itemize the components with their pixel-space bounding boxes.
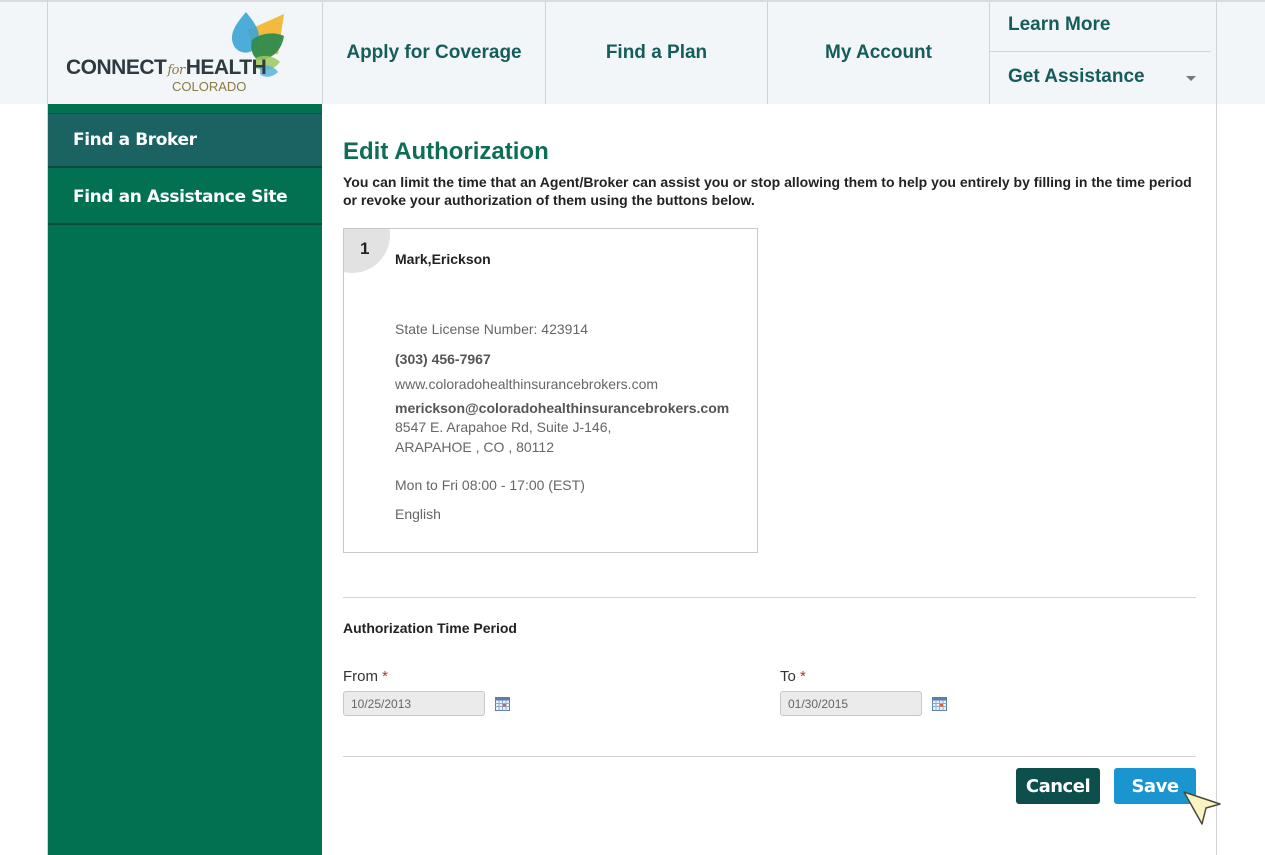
nav-find-a-plan[interactable]: Find a Plan xyxy=(545,2,767,104)
nav-divider xyxy=(990,51,1211,52)
broker-website[interactable]: www.coloradohealthinsurancebrokers.com xyxy=(395,376,658,392)
page-title: Edit Authorization xyxy=(343,138,549,165)
frame-border-right xyxy=(1216,0,1217,855)
time-period-title: Authorization Time Period xyxy=(343,620,517,636)
calendar-icon[interactable] xyxy=(932,697,947,711)
required-marker: * xyxy=(800,668,806,685)
broker-hours: Mon to Fri 08:00 - 17:00 (EST) xyxy=(395,477,585,493)
connect-for-health-logo[interactable]: CONNECTforHEALTH COLORADO xyxy=(48,2,322,104)
chevron-down-icon[interactable] xyxy=(1186,76,1196,81)
sidebar-item-find-an-assistance-site[interactable]: Find an Assistance Site xyxy=(48,170,322,225)
broker-address-line2: ARAPAHOE , CO , 80112 xyxy=(395,439,554,455)
cancel-button[interactable]: Cancel xyxy=(1016,768,1100,804)
nav-split-menu: Learn More Get Assistance xyxy=(989,2,1216,104)
from-label: From * xyxy=(343,668,389,685)
to-label: To * xyxy=(780,668,806,685)
sidebar-item-find-a-broker[interactable]: Find a Broker xyxy=(48,113,322,168)
broker-phone: (303) 456-7967 xyxy=(395,351,491,367)
broker-email[interactable]: merickson@coloradohealthinsurancebrokers… xyxy=(395,400,729,416)
card-number: 1 xyxy=(360,239,370,258)
broker-address-line1: 8547 E. Arapahoe Rd, Suite J-146, xyxy=(395,419,612,435)
broker-name: Mark,Erickson xyxy=(395,251,491,267)
nav-my-account[interactable]: My Account xyxy=(767,2,989,104)
broker-license: State License Number: 423914 xyxy=(395,321,589,337)
logo-colorado: COLORADO xyxy=(172,79,247,94)
nav-learn-more[interactable]: Learn More xyxy=(1008,14,1110,36)
buttons-divider xyxy=(343,756,1196,757)
logo-wordmark: CONNECTforHEALTH xyxy=(66,56,267,79)
nav-get-assistance[interactable]: Get Assistance xyxy=(1008,66,1145,88)
broker-language: English xyxy=(395,506,441,522)
from-date-input[interactable] xyxy=(343,691,485,716)
mouse-pointer-icon xyxy=(1182,790,1224,833)
broker-card: 1 Mark,Erickson State License Number: 42… xyxy=(343,228,758,553)
section-divider xyxy=(343,597,1196,598)
required-marker: * xyxy=(382,668,389,685)
nav-apply-for-coverage[interactable]: Apply for Coverage xyxy=(322,2,545,104)
intro-text: You can limit the time that an Agent/Bro… xyxy=(343,174,1192,208)
calendar-icon[interactable] xyxy=(495,697,510,711)
to-date-input[interactable] xyxy=(780,691,922,716)
sidebar: Find a Broker Find an Assistance Site xyxy=(48,104,322,855)
